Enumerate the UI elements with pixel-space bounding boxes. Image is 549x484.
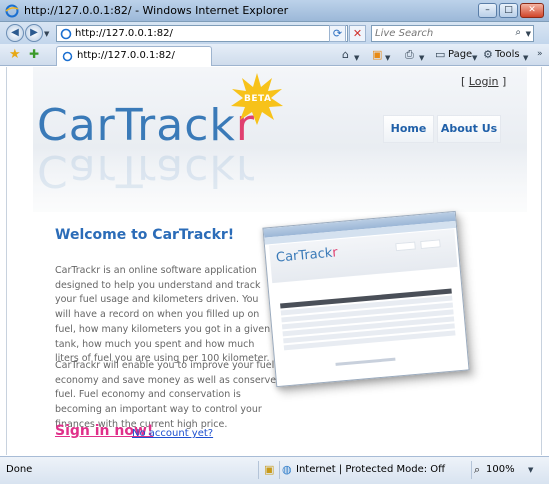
- back-arrow-icon: ◀: [11, 27, 19, 38]
- no-account-link[interactable]: No account yet?: [132, 428, 213, 439]
- economy-paragraph: CarTrackr will enable you to improve you…: [55, 360, 277, 430]
- page-dropdown-icon[interactable]: ▼: [472, 52, 477, 65]
- login-bracket-open: [: [461, 75, 469, 88]
- logo-reflection-text: CarTrack: [37, 145, 236, 196]
- zoom-level[interactable]: 100%: [486, 464, 515, 475]
- status-bar: Done ▣ ◍ Internet | Protected Mode: Off …: [0, 456, 549, 484]
- welcome-heading: Welcome to CarTrackr!: [55, 227, 235, 243]
- close-window-button[interactable]: ✕: [520, 3, 544, 18]
- print-dropdown-icon[interactable]: ▼: [419, 52, 424, 65]
- logo-reflection: CarTrackr: [37, 145, 256, 196]
- nav-home[interactable]: Home: [383, 115, 434, 143]
- refresh-button[interactable]: ⟳: [329, 25, 346, 42]
- more-chevron-icon[interactable]: »: [537, 48, 543, 61]
- security-zone-label[interactable]: Internet | Protected Mode: Off: [296, 464, 445, 475]
- site-logo[interactable]: CarTrackr: [37, 101, 255, 151]
- maximize-button[interactable]: □: [499, 3, 518, 18]
- login-area: [ Login ]: [461, 75, 506, 88]
- tab-command-bar: ★ ✚ http://127.0.0.1:82/ ⌂ ▼ ▣ ▼ ⎙ ▼ ▭ P…: [0, 44, 549, 66]
- screenshot-table: [280, 288, 456, 353]
- back-button[interactable]: ◀: [6, 24, 24, 42]
- page-menu[interactable]: Page: [448, 48, 472, 61]
- minimize-button[interactable]: –: [478, 3, 497, 18]
- tools-gear-icon[interactable]: ⚙: [483, 48, 493, 61]
- stop-button[interactable]: ✕: [349, 25, 366, 42]
- logo-reflection-end: r: [235, 145, 256, 196]
- app-screenshot-image: CarTrackr: [262, 210, 470, 388]
- favorites-star-icon[interactable]: ★: [9, 48, 21, 61]
- refresh-icon: ⟳: [332, 27, 343, 40]
- web-page: CarTrackr CarTrackr BETA [ Login ] Home …: [6, 67, 542, 455]
- feeds-dropdown-icon[interactable]: ▼: [385, 52, 390, 65]
- ie-logo-icon: [5, 4, 19, 18]
- window-title: http://127.0.0.1:82/ - Windows Internet …: [24, 4, 289, 17]
- search-options-dropdown-icon[interactable]: ▼: [526, 30, 531, 38]
- page-icon[interactable]: ▭: [435, 48, 445, 61]
- tools-dropdown-icon[interactable]: ▼: [523, 52, 528, 65]
- home-icon[interactable]: ⌂: [342, 48, 349, 61]
- print-icon[interactable]: ⎙: [405, 48, 414, 61]
- login-link[interactable]: Login: [469, 75, 499, 88]
- screenshot-footer: [335, 357, 396, 366]
- history-dropdown-icon[interactable]: ▼: [44, 30, 49, 38]
- forward-arrow-icon: ▶: [30, 27, 38, 38]
- browser-tab-active[interactable]: http://127.0.0.1:82/: [56, 46, 212, 66]
- zoom-icon[interactable]: ⌕: [474, 463, 480, 476]
- status-divider: [471, 461, 472, 479]
- globe-icon: ◍: [282, 463, 292, 476]
- logo-text: CarTrack: [37, 100, 236, 151]
- page-favicon-icon: [60, 28, 72, 40]
- status-divider: [258, 461, 259, 479]
- login-bracket-close: ]: [498, 75, 507, 88]
- tools-menu[interactable]: Tools: [495, 48, 520, 61]
- status-divider: [279, 461, 280, 479]
- address-toolbar: ◀ ▶ ▼ ▼ ⟳ ✕ ⌕ ▼: [0, 22, 549, 44]
- add-favorites-icon[interactable]: ✚: [29, 48, 39, 61]
- window-titlebar: http://127.0.0.1:82/ - Windows Internet …: [0, 0, 549, 22]
- status-text: Done: [6, 464, 33, 475]
- tab-label: http://127.0.0.1:82/: [77, 50, 175, 61]
- security-icon[interactable]: ▣: [264, 463, 274, 476]
- search-box[interactable]: ⌕ ▼: [371, 25, 534, 42]
- screenshot-logo-end: r: [331, 245, 339, 261]
- url-input[interactable]: [75, 27, 325, 40]
- beta-badge: BETA: [244, 94, 272, 104]
- home-dropdown-icon[interactable]: ▼: [354, 52, 359, 65]
- zoom-dropdown-icon[interactable]: ▼: [528, 466, 533, 474]
- search-icon[interactable]: ⌕: [515, 27, 521, 38]
- stop-icon: ✕: [352, 27, 363, 40]
- nav-about-us[interactable]: About Us: [437, 115, 501, 143]
- address-field[interactable]: ▼: [56, 25, 348, 42]
- feeds-icon[interactable]: ▣: [372, 48, 382, 61]
- search-input[interactable]: [375, 27, 503, 40]
- tab-favicon-icon: [62, 51, 73, 62]
- intro-paragraph: CarTrackr is an online software applicat…: [55, 265, 271, 365]
- forward-button[interactable]: ▶: [25, 24, 43, 42]
